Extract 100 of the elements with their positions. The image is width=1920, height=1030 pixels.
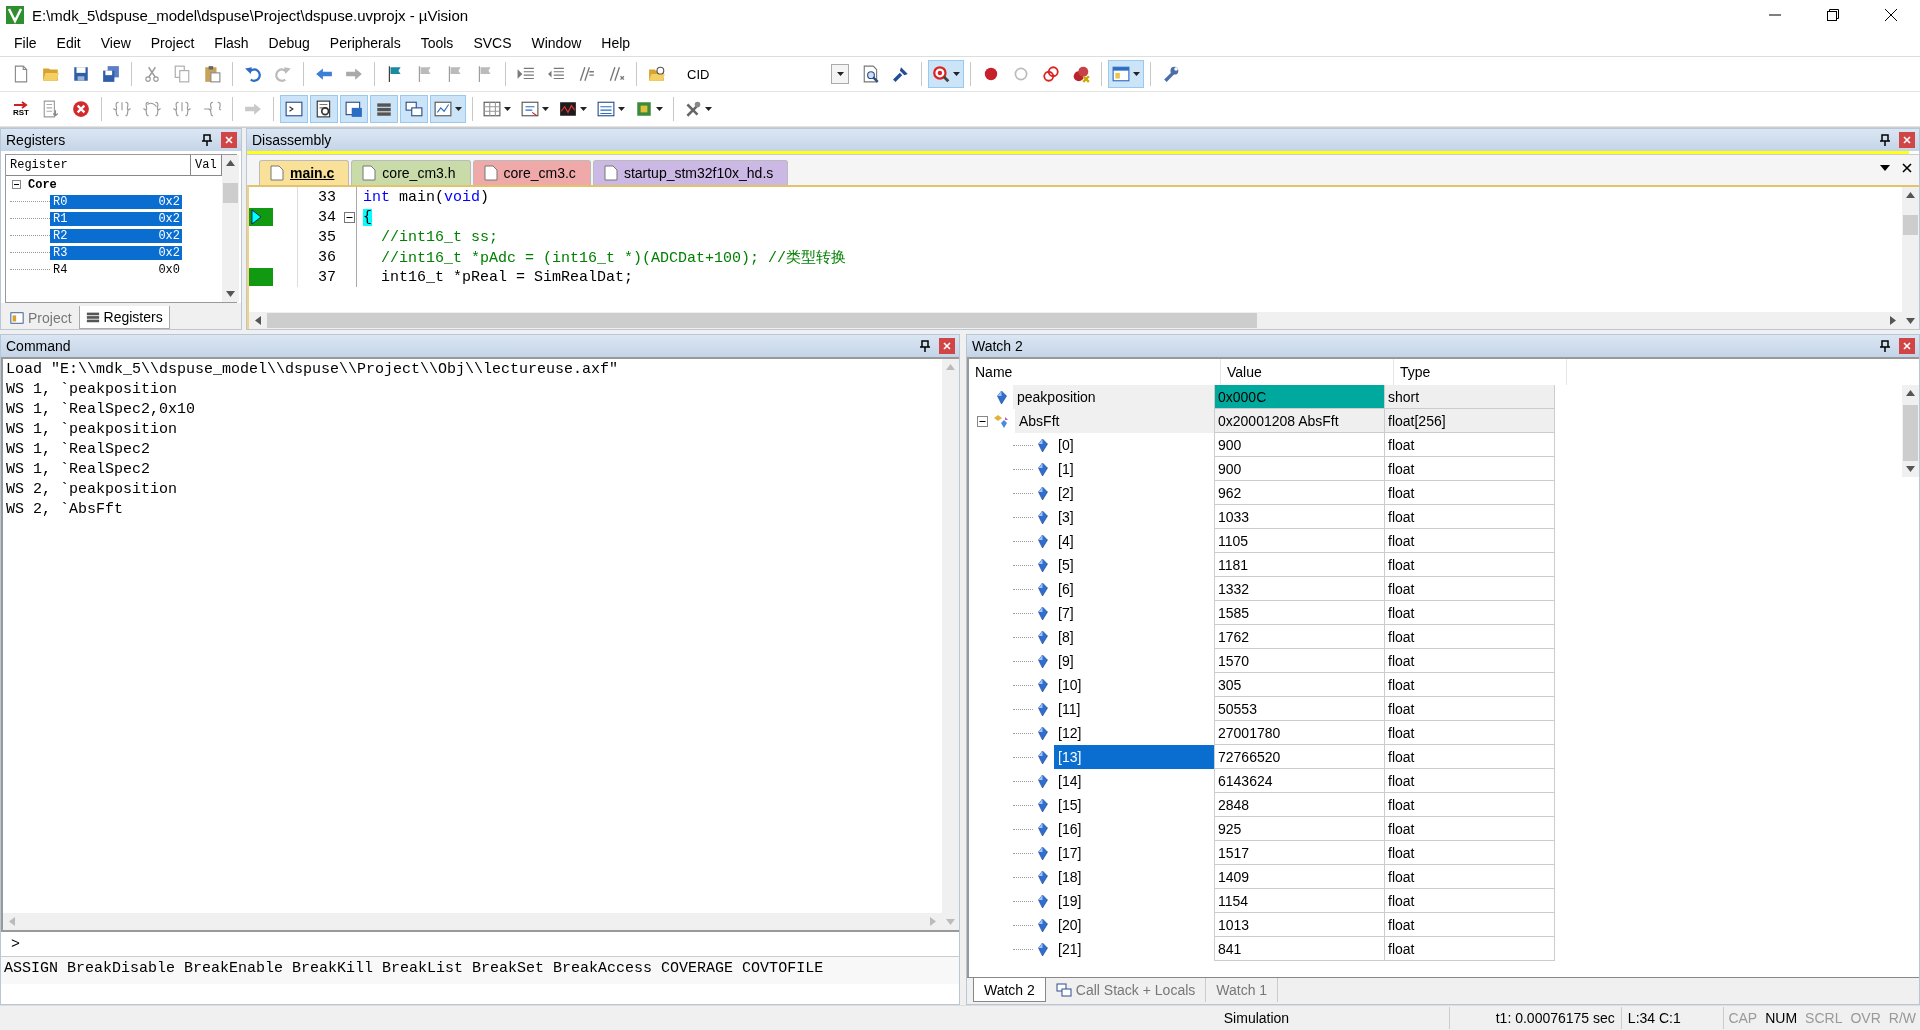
panel-tab[interactable]: Watch 1 [1206, 978, 1279, 1002]
scroll-up-icon[interactable] [1906, 390, 1915, 396]
register-value: 0x2 [114, 211, 182, 226]
scroll-left-icon[interactable] [255, 316, 261, 325]
file-tab[interactable]: startup_stm32f10x_hd.s [592, 160, 789, 185]
diamond-icon [1038, 941, 1048, 957]
scroll-right-icon[interactable] [1890, 316, 1896, 325]
watch-value: 6143624 [1214, 769, 1384, 793]
watch-name[interactable]: [5] [1054, 553, 1214, 577]
scroll-thumb[interactable] [267, 313, 1257, 328]
collapse-icon[interactable] [343, 211, 355, 223]
menu-item[interactable]: Flash [204, 32, 259, 54]
watch-name[interactable]: [13] [1054, 745, 1214, 769]
register-name[interactable]: R4 [50, 262, 114, 277]
scroll-down-icon[interactable] [225, 291, 235, 297]
diamond-icon [1038, 797, 1048, 813]
reset-button[interactable]: RST [7, 95, 35, 123]
watch-name[interactable]: peakposition [1013, 385, 1214, 409]
register-name[interactable]: R3 [50, 245, 114, 260]
menu-item[interactable]: File [4, 32, 47, 54]
pin-icon[interactable] [1879, 340, 1891, 352]
register-name[interactable]: R2 [50, 228, 114, 243]
watch-type: float [1384, 433, 1555, 457]
menu-item[interactable]: Edit [46, 32, 91, 54]
watch-value: 1332 [1214, 577, 1384, 601]
watch-name[interactable]: [21] [1054, 937, 1214, 961]
menu-item[interactable]: Help [591, 32, 641, 54]
scroll-down-icon[interactable] [1906, 318, 1915, 324]
watch-name[interactable]: [15] [1054, 793, 1214, 817]
stack-button[interactable] [400, 95, 428, 123]
panel-tab[interactable]: Call Stack + Locals [1045, 978, 1207, 1002]
watch-name[interactable]: [4] [1054, 529, 1214, 553]
close-button[interactable] [1899, 132, 1915, 148]
magnifier-button[interactable] [928, 60, 964, 88]
document-search-button[interactable] [310, 95, 338, 123]
close-button[interactable] [939, 338, 955, 354]
scrollbar[interactable] [1902, 187, 1919, 329]
panel-tab[interactable]: Project [3, 306, 79, 329]
list-button[interactable] [370, 95, 398, 123]
column-header[interactable]: Register [6, 155, 191, 175]
braces-icon [113, 100, 131, 118]
target-combo[interactable]: CID [678, 62, 850, 86]
menu-item[interactable]: Debug [258, 32, 320, 54]
window-button[interactable] [1108, 60, 1144, 88]
terminal-button[interactable] [280, 95, 308, 123]
close-icon[interactable] [1901, 162, 1913, 174]
panel-tab[interactable]: Registers [78, 306, 170, 329]
collapse-icon[interactable] [12, 180, 21, 189]
watch-name[interactable]: [0] [1054, 433, 1214, 457]
watch-name[interactable]: [9] [1054, 649, 1214, 673]
scroll-up-icon[interactable] [225, 160, 235, 166]
menu-item[interactable]: View [90, 32, 141, 54]
scrollbar[interactable] [1902, 385, 1919, 477]
status-indicator: OVR [1849, 1010, 1882, 1026]
window-button[interactable] [340, 95, 368, 123]
file-tab[interactable]: main.c [259, 160, 350, 185]
scroll-up-icon[interactable] [1906, 192, 1915, 198]
pin-icon[interactable] [201, 134, 213, 146]
watch-name[interactable]: [16] [1054, 817, 1214, 841]
watch-name[interactable]: [6] [1054, 577, 1214, 601]
diamond-icon [1038, 653, 1048, 669]
watch-name[interactable]: [19] [1054, 889, 1214, 913]
scrollbar[interactable] [221, 155, 239, 302]
watch-name[interactable]: [20] [1054, 913, 1214, 937]
watch-name[interactable]: AbsFft [1015, 409, 1214, 433]
watch-window-button[interactable] [430, 95, 466, 123]
watch-name[interactable]: [7] [1054, 601, 1214, 625]
watch-name[interactable]: [2] [1054, 481, 1214, 505]
watch-name[interactable]: [10] [1054, 673, 1214, 697]
scroll-down-icon[interactable] [1906, 466, 1915, 472]
close-button[interactable] [221, 132, 237, 148]
menu-item[interactable]: SVCS [463, 32, 522, 54]
close-button[interactable] [1899, 338, 1915, 354]
file-tab[interactable]: core_cm3.h [351, 160, 471, 185]
scroll-thumb[interactable] [1903, 405, 1918, 461]
watch-name[interactable]: [17] [1054, 841, 1214, 865]
collapse-icon[interactable] [977, 415, 988, 427]
watch-name[interactable]: [18] [1054, 865, 1214, 889]
scroll-thumb[interactable] [1903, 215, 1918, 235]
scrollbar[interactable] [249, 312, 1902, 329]
watch-name[interactable]: [12] [1054, 721, 1214, 745]
watch-name[interactable]: [3] [1054, 505, 1214, 529]
register-group[interactable]: Core [25, 177, 60, 192]
pin-icon[interactable] [919, 340, 931, 352]
menu-item[interactable]: Peripherals [319, 32, 411, 54]
pin-icon[interactable] [1879, 134, 1891, 146]
scroll-thumb[interactable] [222, 183, 238, 203]
watch-name[interactable]: [14] [1054, 769, 1214, 793]
column-header[interactable]: Val [191, 155, 222, 175]
watch-name[interactable]: [8] [1054, 625, 1214, 649]
menu-item[interactable]: Project [140, 32, 205, 54]
panel-tab[interactable]: Watch 2 [973, 978, 1046, 1002]
menu-item[interactable]: Window [521, 32, 592, 54]
file-tab[interactable]: core_cm3.c [472, 160, 591, 185]
watch-name[interactable]: [1] [1054, 457, 1214, 481]
watch-name[interactable]: [11] [1054, 697, 1214, 721]
menu-item[interactable]: Tools [410, 32, 464, 54]
watch-value: 305 [1214, 673, 1384, 697]
register-name[interactable]: R1 [50, 211, 114, 226]
register-name[interactable]: R0 [50, 194, 114, 209]
